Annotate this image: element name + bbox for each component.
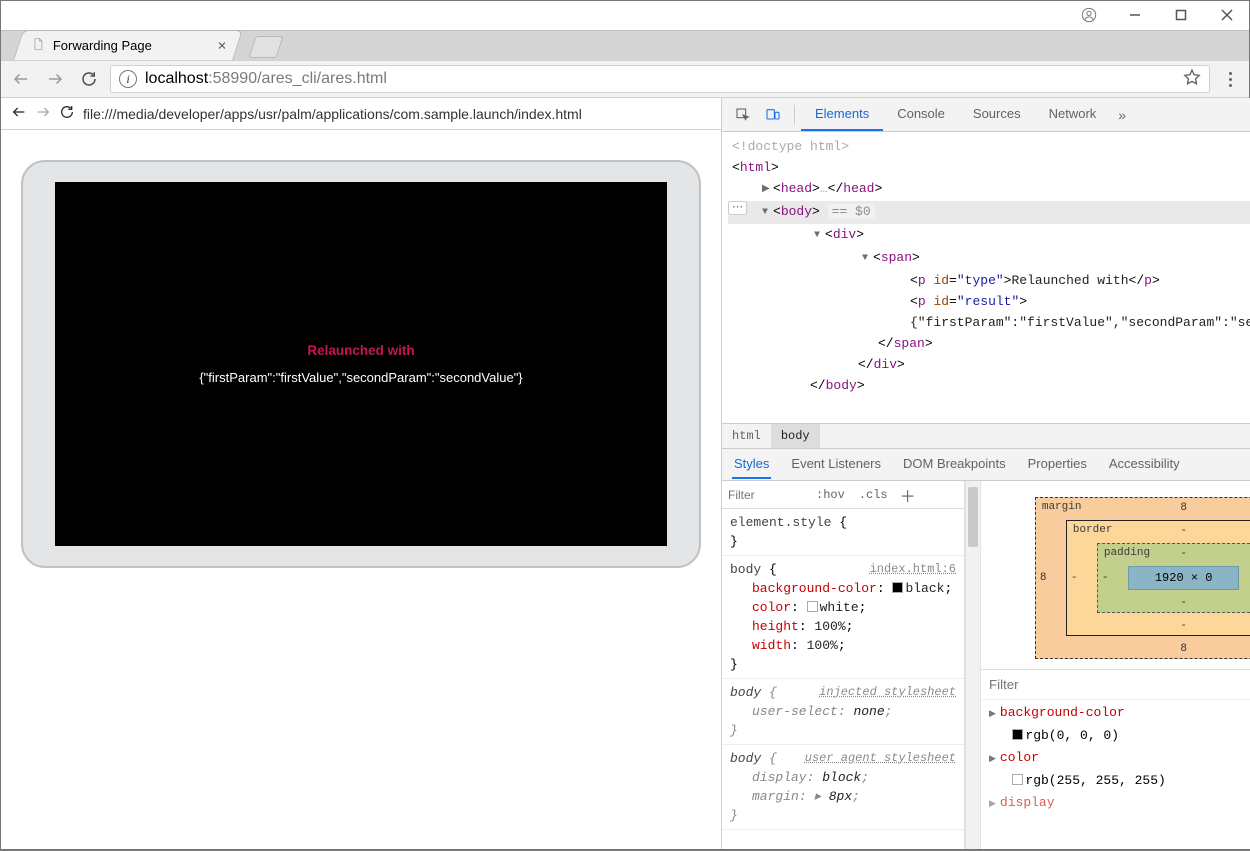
- elements-sidebar-tabs: Styles Event Listeners DOM Breakpoints P…: [722, 449, 1250, 481]
- inner-forward-button[interactable]: [35, 104, 51, 123]
- styles-cls-toggle[interactable]: .cls: [855, 488, 892, 502]
- devtools-tab-network[interactable]: Network: [1035, 98, 1111, 131]
- address-bar-row: i localhost:58990/ares_cli/ares.html: [0, 60, 1250, 98]
- window-titlebar: [0, 0, 1250, 30]
- styles-hov-toggle[interactable]: :hov: [812, 488, 849, 502]
- styles-pane: :hov .cls ＋ element.style {}body {index.…: [722, 481, 965, 849]
- window-minimize-button[interactable]: [1112, 0, 1158, 30]
- inner-back-button[interactable]: [11, 104, 27, 123]
- site-info-icon[interactable]: i: [119, 70, 137, 88]
- dom-body-selected[interactable]: ⋯ <body> == $0: [728, 201, 1250, 224]
- devtools-tab-console[interactable]: Console: [883, 98, 959, 131]
- dom-doctype: <!doctype html>: [728, 136, 1250, 157]
- styles-rules-list[interactable]: element.style {}body {index.html:6backgr…: [722, 509, 964, 849]
- sidebar-tab-dom-breakpoints[interactable]: DOM Breakpoints: [901, 450, 1008, 479]
- dom-div-close: </div>: [728, 354, 1250, 375]
- crumb-html[interactable]: html: [722, 424, 771, 448]
- nav-forward-button[interactable]: [42, 66, 68, 92]
- dom-p-result-open[interactable]: <p id="result">: [728, 291, 1250, 312]
- dom-span[interactable]: <span>: [728, 247, 1250, 270]
- page-viewport: file:///media/developer/apps/usr/palm/ap…: [1, 98, 721, 849]
- devtools-tab-elements[interactable]: Elements: [801, 98, 883, 131]
- browser-tabstrip: Forwarding Page ×: [0, 30, 1250, 60]
- sidebar-tab-styles[interactable]: Styles: [732, 450, 771, 479]
- toggle-device-icon[interactable]: [758, 100, 788, 130]
- dom-p-type[interactable]: <p id="type">Relaunched with</p>: [728, 270, 1250, 291]
- url-input[interactable]: i localhost:58990/ares_cli/ares.html: [110, 65, 1210, 93]
- crumb-body[interactable]: body: [771, 424, 820, 448]
- devtools-tab-sources[interactable]: Sources: [959, 98, 1035, 131]
- dom-head[interactable]: <head>…</head>: [728, 178, 1250, 201]
- bookmark-star-icon[interactable]: [1183, 68, 1201, 91]
- url-host: localhost: [145, 70, 208, 88]
- nav-reload-button[interactable]: [76, 66, 102, 92]
- devtools-panel: Elements Console Sources Network » <!doc…: [721, 98, 1250, 849]
- page-icon: [31, 37, 53, 54]
- new-tab-button[interactable]: [248, 36, 283, 58]
- devtools-tab-overflow[interactable]: »: [1110, 107, 1134, 123]
- browser-tab[interactable]: Forwarding Page ×: [13, 30, 243, 60]
- inner-url: file:///media/developer/apps/usr/palm/ap…: [83, 106, 582, 122]
- sidebar-tab-accessibility[interactable]: Accessibility: [1107, 450, 1182, 479]
- elements-breadcrumb[interactable]: html body: [722, 423, 1250, 449]
- box-model-content-size: 1920 × 0: [1128, 566, 1240, 590]
- box-model-diagram[interactable]: margin 8 8 8 8 border - - - - padding: [981, 481, 1250, 670]
- nav-back-button[interactable]: [8, 66, 34, 92]
- tab-close-icon[interactable]: ×: [218, 37, 227, 54]
- inspect-element-icon[interactable]: [728, 100, 758, 130]
- sidebar-tab-event-listeners[interactable]: Event Listeners: [789, 450, 883, 479]
- tab-title: Forwarding Page: [53, 38, 152, 53]
- window-maximize-button[interactable]: [1158, 0, 1204, 30]
- styles-filter-input[interactable]: [728, 488, 806, 502]
- sidebar-tab-properties[interactable]: Properties: [1026, 450, 1089, 479]
- user-account-icon[interactable]: [1066, 0, 1112, 30]
- styles-scrollbar[interactable]: [965, 481, 981, 849]
- dom-html-open[interactable]: <html>: [728, 157, 1250, 178]
- ellipsis-icon[interactable]: ⋯: [728, 201, 747, 215]
- dom-tree[interactable]: <!doctype html> <html> <head>…</head> ⋯ …: [722, 132, 1250, 423]
- browser-menu-button[interactable]: [1218, 72, 1242, 87]
- url-path: :58990/ares_cli/ares.html: [208, 70, 387, 88]
- dom-body-close: </body>: [728, 375, 1250, 396]
- devtools-toolbar: Elements Console Sources Network »: [722, 98, 1250, 132]
- computed-list[interactable]: background-color rgb(0, 0, 0)color rgb(2…: [981, 700, 1250, 817]
- window-close-button[interactable]: [1204, 0, 1250, 30]
- app-screen: Relaunched with {"firstParam":"firstValu…: [55, 182, 667, 546]
- inner-navbar: file:///media/developer/apps/usr/palm/ap…: [1, 98, 721, 130]
- app-line-result: {"firstParam":"firstValue","secondParam"…: [199, 370, 522, 385]
- dom-span-close: </span>: [728, 333, 1250, 354]
- dom-div[interactable]: <div>: [728, 224, 1250, 247]
- computed-filter-input[interactable]: [989, 677, 1049, 692]
- device-frame: Relaunched with {"firstParam":"firstValu…: [21, 160, 701, 568]
- app-line-type: Relaunched with: [307, 343, 414, 358]
- inner-reload-button[interactable]: [59, 104, 75, 123]
- dom-p-result-text: {"firstParam":"firstValue","secondParam"…: [728, 312, 1250, 333]
- styles-new-rule-button[interactable]: ＋: [900, 483, 916, 507]
